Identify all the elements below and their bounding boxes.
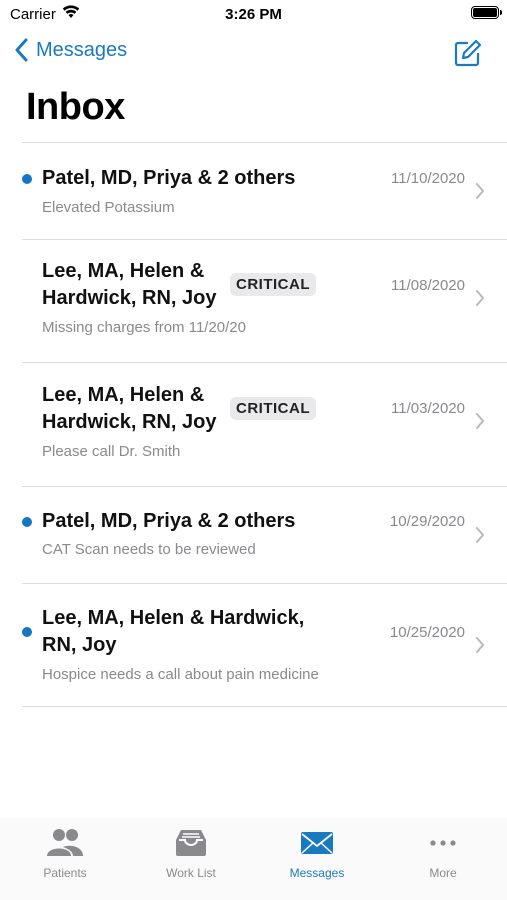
participants-line-1: Lee, MA, Helen & [42,260,205,282]
tab-more[interactable]: More [380,826,506,880]
tab-label: Patients [43,866,87,880]
participants-line-2: Hardwick, RN, Joy [42,287,217,309]
message-row[interactable]: Patel, MD, Priya & 2 others 10/29/2020 C… [22,487,507,584]
back-button-label: Messages [36,38,128,61]
message-participants: Lee, MA, Helen & Hardwick, RN, Joy [42,605,304,659]
participants-line-2: Hardwick, RN, Joy [42,411,217,433]
unread-indicator [22,174,32,184]
critical-badge: CRITICAL [230,273,316,296]
inbox-tray-icon [176,830,206,856]
chevron-right-icon [476,183,484,199]
tab-patients[interactable]: Patients [2,826,128,880]
message-date: 10/25/2020 [389,624,465,641]
tab-label: Work List [166,866,216,880]
message-participants: Lee, MA, Helen & Hardwick, RN, Joy [42,258,217,312]
chevron-left-icon [15,38,28,62]
message-preview: Please call Dr. Smith [42,443,181,460]
tab-label: More [429,866,457,880]
envelope-icon [301,832,333,854]
message-preview: Elevated Potassium [42,199,175,216]
more-dots-icon [430,840,456,846]
message-row[interactable]: Lee, MA, Helen & Hardwick, RN, Joy CRITI… [22,240,507,363]
chevron-right-icon [476,413,484,429]
message-list: Patel, MD, Priya & 2 others 11/10/2020 E… [0,143,507,707]
message-date: 11/10/2020 [391,170,465,187]
message-row[interactable]: Lee, MA, Helen & Hardwick, RN, Joy CRITI… [22,363,507,487]
message-preview: CAT Scan needs to be reviewed [42,541,256,558]
message-participants: Patel, MD, Priya & 2 others [42,510,296,532]
message-row[interactable]: Patel, MD, Priya & 2 others 11/10/2020 E… [22,143,507,240]
status-bar: Carrier 3:26 PM [0,0,507,30]
chevron-right-icon [476,290,484,306]
message-preview: Missing charges from 11/20/20 [42,319,246,336]
message-participants: Patel, MD, Priya & 2 others [42,167,296,189]
message-date: 11/08/2020 [391,277,465,294]
unread-indicator [22,627,32,637]
status-time: 3:26 PM [225,6,282,23]
page-title: Inbox [26,86,125,128]
participants-line-1: Lee, MA, Helen & [42,384,205,406]
participants-line-2: RN, Joy [42,634,117,656]
message-participants: Lee, MA, Helen & Hardwick, RN, Joy [42,382,217,436]
tab-bar: Patients Work List Messages More [0,818,507,900]
message-date: 10/29/2020 [389,513,465,530]
message-preview: Hospice needs a call about pain medicine [42,666,319,683]
back-button[interactable]: Messages [14,38,127,62]
compose-icon[interactable] [453,38,483,68]
tab-label: Messages [289,866,345,880]
message-date: 11/03/2020 [391,400,465,417]
chevron-right-icon [476,527,484,543]
battery-icon [471,6,502,19]
tab-messages[interactable]: Messages [254,826,380,880]
tab-work-list[interactable]: Work List [128,826,254,880]
participants-line-1: Lee, MA, Helen & Hardwick, [42,607,305,629]
patients-icon [47,829,83,856]
unread-indicator [22,517,32,527]
navigation-bar: Messages [0,36,507,70]
chevron-right-icon [476,637,484,653]
message-row[interactable]: Lee, MA, Helen & Hardwick, RN, Joy 10/25… [22,584,507,707]
critical-badge: CRITICAL [230,397,316,420]
